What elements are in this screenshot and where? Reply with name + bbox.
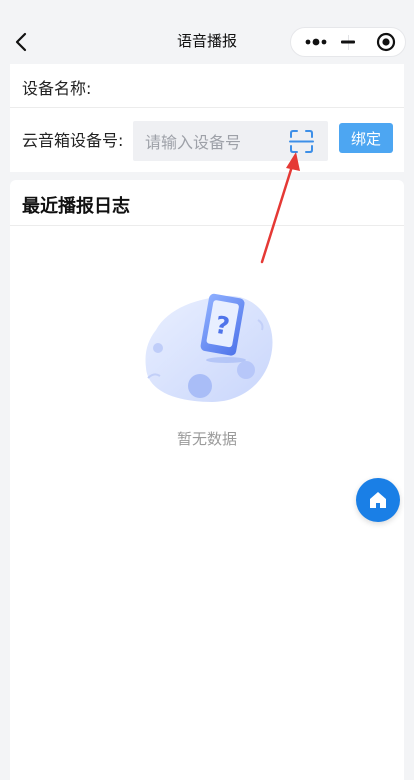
- empty-state-text: 暂无数据: [176, 430, 237, 448]
- device-name-row: 设备名称:: [10, 64, 404, 108]
- home-button[interactable]: [356, 478, 400, 522]
- device-no-field: [133, 121, 328, 163]
- log-title: 最近播报日志: [22, 196, 130, 217]
- bind-button[interactable]: 绑定: [339, 123, 393, 153]
- log-header: 最近播报日志: [10, 180, 404, 226]
- device-form-card: 设备名称: 云音箱设备号: 绑定: [10, 64, 404, 172]
- target-circle-icon[interactable]: [367, 28, 405, 56]
- device-no-row: 云音箱设备号: 绑定: [10, 108, 404, 172]
- nav-bar: 语音播报: [0, 0, 414, 64]
- device-no-label: 云音箱设备号:: [22, 131, 124, 150]
- device-name-label: 设备名称:: [22, 79, 92, 98]
- home-icon: [370, 492, 386, 508]
- empty-question-phone-illustration: ?: [138, 290, 278, 408]
- log-card: 最近播报日志 ? 暂无数据: [10, 180, 404, 780]
- mini-program-capsule: [290, 27, 406, 57]
- minimize-icon[interactable]: [329, 28, 367, 56]
- scan-qrcode-icon[interactable]: [289, 129, 314, 154]
- page: 语音播报 设备名称: 云音箱设备号: 请输入设备号 绑定 最近播报日志 ? 暂无…: [0, 0, 414, 780]
- device-no-input[interactable]: [133, 121, 297, 163]
